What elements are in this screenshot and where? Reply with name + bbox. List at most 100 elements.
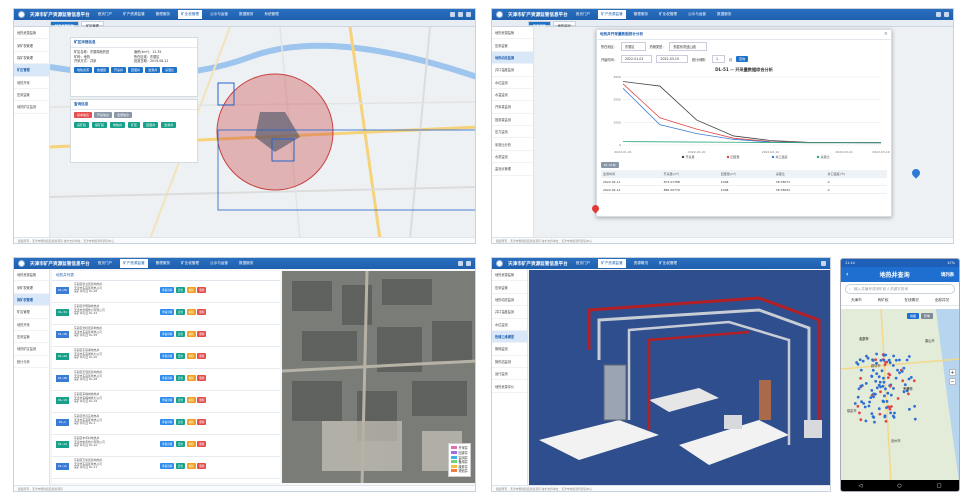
well-marker[interactable] bbox=[885, 400, 889, 403]
query-tag[interactable]: 回灌井 bbox=[143, 122, 159, 128]
sidebar-item-active[interactable]: 热储三维模型 bbox=[492, 330, 527, 344]
sidebar-item[interactable]: 采矿权管理 bbox=[14, 39, 49, 52]
sidebar-item[interactable]: 地热矿区监测 bbox=[14, 343, 49, 356]
row-action-button[interactable]: 编辑 bbox=[186, 419, 196, 425]
nav-publicity[interactable]: 公示与运营 bbox=[685, 10, 709, 19]
tab-geothermal-monitor[interactable]: 地热监测 bbox=[552, 21, 576, 28]
well-marker[interactable] bbox=[877, 375, 881, 379]
sidebar-item[interactable]: 地热资源监管 bbox=[492, 269, 527, 282]
tab-monitor-info[interactable]: 监测信息 bbox=[114, 112, 133, 118]
well-marker[interactable] bbox=[889, 411, 892, 415]
user-icon[interactable] bbox=[466, 261, 471, 266]
row-action-button[interactable]: 编辑 bbox=[186, 331, 196, 337]
row-action-button[interactable]: 编辑 bbox=[186, 397, 196, 403]
well-marker[interactable] bbox=[883, 394, 886, 398]
well-marker[interactable] bbox=[907, 355, 911, 358]
well-marker[interactable] bbox=[898, 358, 901, 362]
sidebar-item[interactable]: 管网监测 bbox=[492, 343, 527, 356]
nav-mineral-supervision[interactable]: 矿产资源监管 bbox=[598, 259, 626, 268]
tab-basic-info[interactable]: 基本信息 bbox=[74, 112, 93, 118]
row-action-button[interactable]: 编辑 bbox=[186, 375, 196, 381]
well-marker[interactable] bbox=[871, 359, 875, 362]
well-marker[interactable] bbox=[891, 414, 895, 418]
list-toggle-button[interactable]: 填列表 bbox=[941, 272, 954, 278]
sidebar-item[interactable]: 地热资源监管 bbox=[492, 27, 533, 40]
nav-overview[interactable]: 资源概况 bbox=[631, 259, 651, 268]
well-marker[interactable] bbox=[884, 353, 888, 357]
sidebar-item[interactable]: 开采量监测 bbox=[492, 101, 533, 114]
well-marker[interactable] bbox=[887, 358, 891, 362]
well-marker[interactable] bbox=[888, 407, 892, 411]
list-item[interactable]: DL-10 东丽区丰年村地热井 天津市丰年热力有限公司 采矿许可证 DL-10 查看详情… bbox=[52, 435, 280, 457]
well-marker[interactable] bbox=[888, 373, 892, 377]
zoom-out-icon[interactable]: − bbox=[949, 378, 956, 385]
row-action-button[interactable]: 查看详情 bbox=[160, 331, 175, 337]
well-marker[interactable] bbox=[913, 404, 916, 408]
table-row[interactable]: 2022-02-11 873.21788 1098 36.78071 0 bbox=[601, 177, 887, 186]
sidebar-item[interactable]: 水位监测 bbox=[492, 319, 527, 331]
well-marker[interactable] bbox=[867, 404, 871, 408]
well-marker[interactable] bbox=[857, 387, 861, 391]
sidebar-item[interactable]: 压采监管 bbox=[492, 39, 533, 52]
nav-management[interactable]: 管理服务 bbox=[631, 10, 651, 19]
nav-home[interactable]: 首页门户 bbox=[95, 10, 115, 19]
nav-publicity[interactable]: 公示与运营 bbox=[207, 259, 231, 268]
well-marker[interactable] bbox=[912, 379, 916, 383]
back-icon[interactable]: ◁ bbox=[859, 483, 863, 489]
sidebar-item[interactable]: 地热资源监管 bbox=[14, 269, 49, 282]
sidebar-item[interactable]: 地热动态监测 bbox=[492, 294, 527, 307]
well-marker[interactable] bbox=[875, 386, 879, 390]
well-marker[interactable] bbox=[859, 368, 863, 372]
well-id-badge[interactable]: DL-51井 bbox=[601, 162, 619, 168]
well-marker[interactable] bbox=[870, 389, 874, 392]
well-marker[interactable] bbox=[891, 364, 895, 367]
well-marker[interactable] bbox=[890, 405, 893, 408]
list-item[interactable]: DL-19 东丽区军粮城地热井 天津市军粮城热力公司 采矿许可证 DL-19 查看详情定… bbox=[52, 391, 280, 413]
row-action-button[interactable]: 查看详情 bbox=[160, 287, 175, 293]
well-marker[interactable] bbox=[874, 358, 877, 361]
user-icon[interactable] bbox=[944, 12, 949, 17]
user-icon[interactable] bbox=[458, 12, 463, 17]
well-marker[interactable] bbox=[875, 352, 878, 356]
row-action-button[interactable]: 删除 bbox=[197, 353, 207, 359]
sidebar-item[interactable]: 水温监测 bbox=[492, 89, 533, 102]
detail-tag[interactable]: 采灌比 bbox=[162, 66, 178, 73]
well-marker[interactable] bbox=[864, 382, 868, 385]
well-marker[interactable] bbox=[901, 379, 905, 383]
satellite-map[interactable]: 开采井 回灌井 监测井 备用井 废弃井 规划井 bbox=[282, 271, 475, 483]
well-marker[interactable] bbox=[878, 380, 882, 384]
nav-publicity[interactable]: 公示与运营 bbox=[207, 10, 231, 19]
sidebar-item[interactable]: 监测点管理 bbox=[492, 163, 533, 176]
list-item[interactable]: DL-1 东丽区张贵庄地热井 天津市东丽区地热公司 采矿许可证 DL-1 查看详情 定位编… bbox=[52, 413, 280, 435]
detail-tag[interactable]: 开采井 bbox=[111, 66, 127, 73]
home-icon[interactable] bbox=[936, 12, 941, 17]
search-input[interactable]: ⌕ 输入井编号或采矿权人关键字查询 bbox=[845, 284, 955, 294]
well-marker[interactable] bbox=[889, 393, 893, 397]
sidebar-item[interactable]: 地热资源监管 bbox=[14, 27, 49, 40]
row-action-button[interactable]: 查看详情 bbox=[160, 309, 175, 315]
row-action-button[interactable]: 查看详情 bbox=[160, 353, 175, 359]
row-action-button[interactable]: 删除 bbox=[197, 397, 207, 403]
well-marker[interactable] bbox=[908, 407, 911, 411]
well-marker[interactable] bbox=[878, 412, 882, 416]
tab-pressure-supervision[interactable]: 压采监管 bbox=[528, 21, 551, 28]
well-marker[interactable] bbox=[858, 358, 862, 362]
sidebar-item[interactable]: 地热资源评价 bbox=[492, 380, 527, 393]
sidebar-item[interactable]: 换热站监测 bbox=[492, 356, 527, 368]
well-marker[interactable] bbox=[893, 411, 896, 415]
well-marker[interactable] bbox=[864, 419, 868, 423]
table-row[interactable]: 2022-02-12 866.20779 1098 36.78052 0 bbox=[601, 185, 887, 194]
well-marker[interactable] bbox=[858, 411, 861, 415]
query-tag[interactable]: 地热井 bbox=[110, 122, 126, 128]
well-marker[interactable] bbox=[859, 376, 862, 380]
nav-data-service[interactable]: 数据服务 bbox=[236, 10, 256, 19]
well-marker[interactable] bbox=[909, 376, 913, 379]
nav-mining-rights[interactable]: 矿业权管理 bbox=[178, 259, 202, 268]
tab-mining-info[interactable]: 开采信息 bbox=[94, 112, 113, 118]
list-item[interactable]: DL-11 东丽区万新街道地热井 天津市东丽区地热公司 采矿许可证 DL-11 查看详情… bbox=[52, 457, 280, 479]
filter-city[interactable]: 天津市 bbox=[851, 298, 862, 303]
well-marker[interactable] bbox=[879, 390, 882, 394]
well-marker[interactable] bbox=[869, 396, 873, 399]
nav-system[interactable]: 系统管理 bbox=[261, 10, 281, 19]
row-action-button[interactable]: 定位 bbox=[175, 331, 186, 337]
